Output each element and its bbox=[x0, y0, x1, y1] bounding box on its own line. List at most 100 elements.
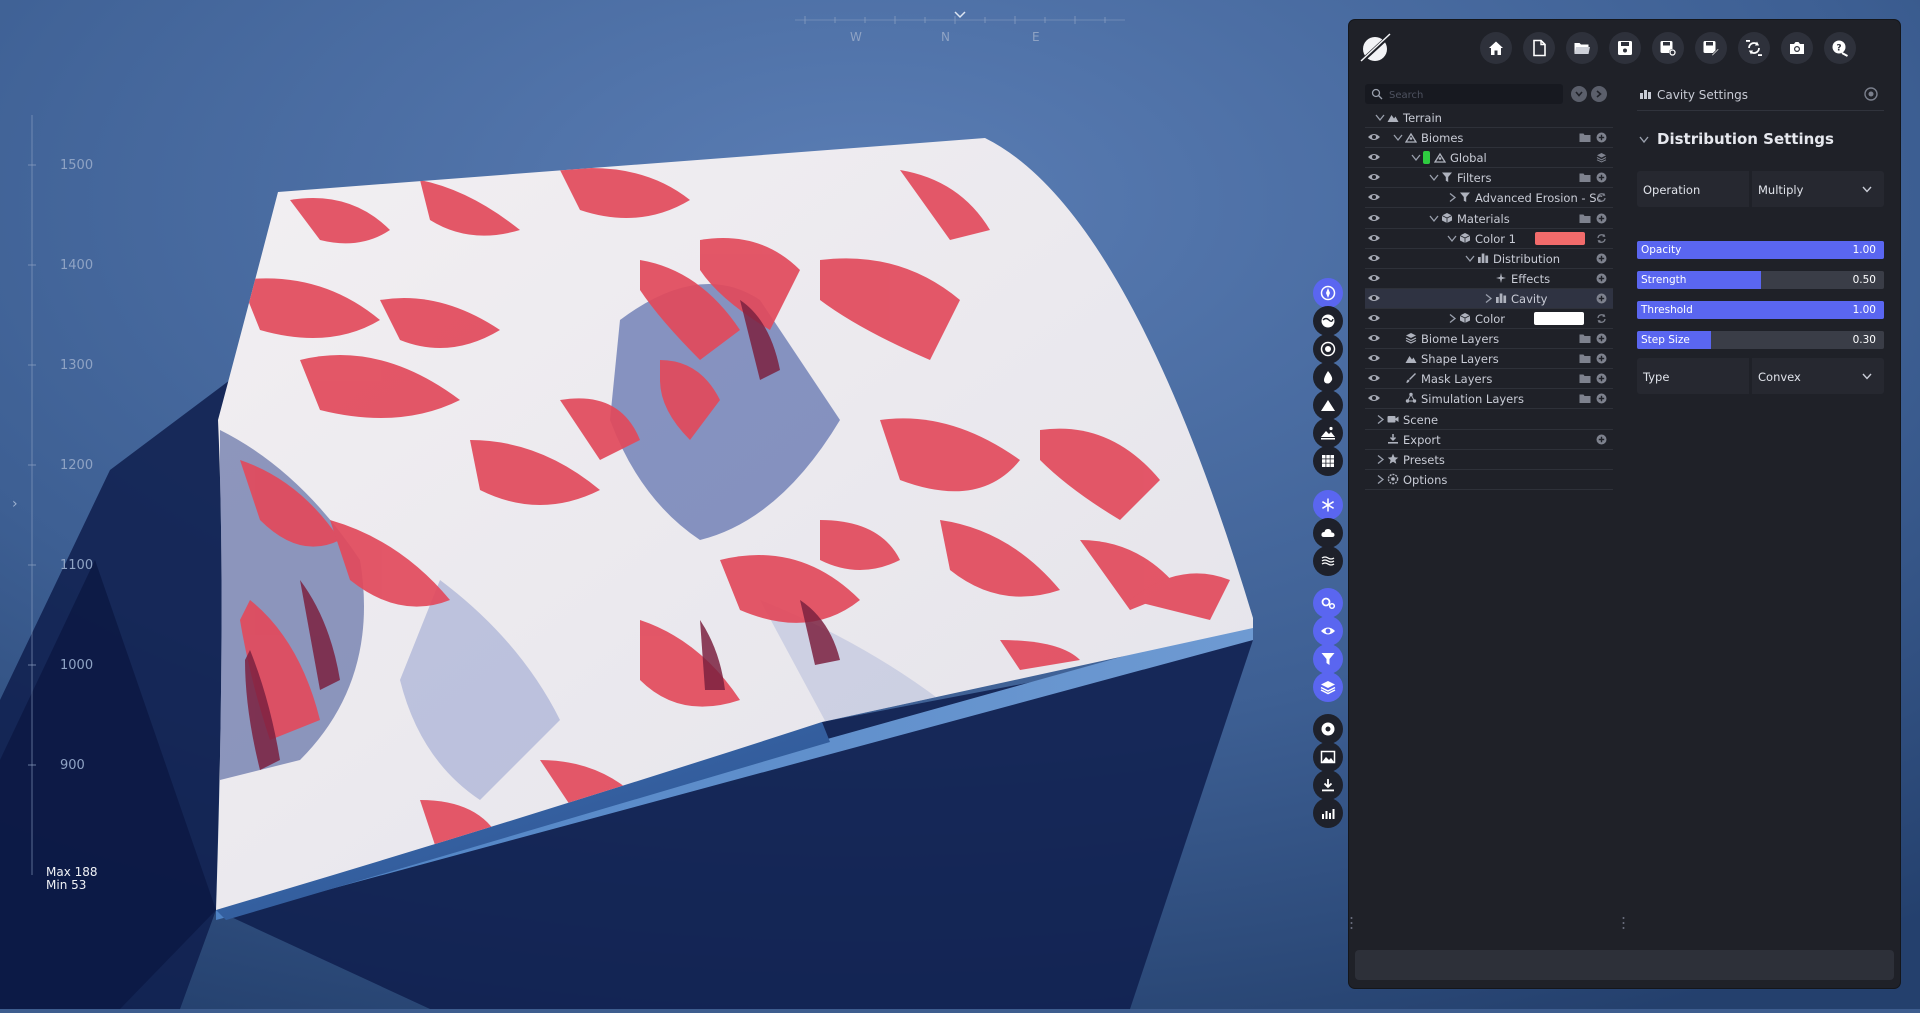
add-icon[interactable] bbox=[1596, 293, 1607, 304]
visibility-eye-icon[interactable] bbox=[1367, 393, 1381, 403]
visibility-eye-icon[interactable] bbox=[1367, 253, 1381, 263]
folder-icon[interactable] bbox=[1579, 132, 1591, 143]
water-drop-tool-button[interactable] bbox=[1313, 362, 1343, 392]
save-settings-button[interactable] bbox=[1652, 32, 1684, 64]
save-button[interactable] bbox=[1609, 32, 1641, 64]
layers-icon[interactable] bbox=[1596, 152, 1607, 163]
tree-item-color[interactable]: Color bbox=[1365, 309, 1613, 329]
folder-icon[interactable] bbox=[1579, 353, 1591, 364]
grid-tool-button[interactable] bbox=[1313, 446, 1343, 476]
refresh-button[interactable] bbox=[1738, 32, 1770, 64]
tree-item-shape-layers[interactable]: Shape Layers bbox=[1365, 349, 1613, 370]
settings-cogs-tool-button[interactable] bbox=[1313, 588, 1343, 618]
mountain-tool-button[interactable] bbox=[1313, 390, 1343, 420]
chevron-down-icon[interactable] bbox=[1429, 173, 1439, 182]
visibility-eye-icon[interactable] bbox=[1367, 353, 1381, 363]
camera-button[interactable] bbox=[1781, 32, 1813, 64]
chevron-down-icon[interactable] bbox=[1465, 254, 1475, 263]
add-icon[interactable] bbox=[1596, 253, 1607, 264]
tree-item-biome-layers[interactable]: Biome Layers bbox=[1365, 329, 1613, 350]
download-tool-button[interactable] bbox=[1313, 770, 1343, 800]
visibility-eye-icon[interactable] bbox=[1367, 373, 1381, 383]
collapse-all-button[interactable] bbox=[1571, 86, 1587, 102]
chevron-down-icon[interactable] bbox=[1411, 153, 1421, 162]
search-input[interactable] bbox=[1387, 86, 1561, 104]
resize-handle-middle[interactable] bbox=[1622, 915, 1625, 929]
open-folder-button[interactable] bbox=[1566, 32, 1598, 64]
opacity-slider[interactable]: Opacity 1.00 bbox=[1637, 241, 1884, 259]
refresh-icon[interactable] bbox=[1596, 192, 1607, 203]
tree-item-cavity[interactable]: Cavity bbox=[1365, 288, 1613, 309]
visibility-eye-icon[interactable] bbox=[1367, 152, 1381, 162]
layers-tool-button[interactable] bbox=[1313, 672, 1343, 702]
add-icon[interactable] bbox=[1596, 434, 1607, 445]
tree-item-effects[interactable]: Effects bbox=[1365, 269, 1613, 289]
filter-tool-button[interactable] bbox=[1313, 644, 1343, 674]
waves-tool-button[interactable] bbox=[1313, 546, 1343, 576]
tree-item-biomes[interactable]: Biomes bbox=[1365, 128, 1613, 149]
chevron-down-icon[interactable] bbox=[1639, 136, 1649, 144]
new-file-button[interactable] bbox=[1523, 32, 1555, 64]
chevron-right-icon[interactable] bbox=[1375, 454, 1385, 464]
visibility-eye-icon[interactable] bbox=[1367, 192, 1381, 202]
cloud-tool-button[interactable] bbox=[1313, 518, 1343, 548]
add-icon[interactable] bbox=[1596, 373, 1607, 384]
chart-tool-button[interactable] bbox=[1313, 798, 1343, 828]
chevron-down-icon[interactable] bbox=[1429, 214, 1439, 223]
folder-icon[interactable] bbox=[1579, 172, 1591, 183]
step-size-slider[interactable]: Step Size 0.30 bbox=[1637, 331, 1884, 349]
snowflake-tool-button[interactable] bbox=[1313, 490, 1343, 520]
color-swatch[interactable] bbox=[1534, 312, 1584, 325]
chevron-right-icon[interactable]: › bbox=[12, 496, 18, 512]
chevron-right-icon[interactable] bbox=[1375, 474, 1385, 484]
visibility-eye-icon[interactable] bbox=[1367, 213, 1381, 223]
folder-icon[interactable] bbox=[1579, 393, 1591, 404]
add-icon[interactable] bbox=[1596, 353, 1607, 364]
tree-item-filters[interactable]: Filters bbox=[1365, 168, 1613, 189]
search-box[interactable] bbox=[1365, 84, 1563, 104]
tree-item-presets[interactable]: Presets bbox=[1365, 450, 1613, 470]
refresh-icon[interactable] bbox=[1596, 233, 1607, 244]
visibility-eye-icon[interactable] bbox=[1367, 293, 1381, 303]
folder-icon[interactable] bbox=[1579, 213, 1591, 224]
expand-button[interactable] bbox=[1591, 86, 1607, 102]
tree-item-options[interactable]: Options bbox=[1365, 470, 1613, 490]
tree-item-simulation-layers[interactable]: Simulation Layers bbox=[1365, 389, 1613, 410]
chevron-right-icon[interactable] bbox=[1447, 314, 1457, 323]
operation-select[interactable]: Multiply bbox=[1752, 171, 1884, 207]
chevron-right-icon[interactable] bbox=[1375, 414, 1385, 424]
chevron-down-icon[interactable] bbox=[1447, 234, 1457, 243]
tree-item-advanced-erosion-sc[interactable]: Advanced Erosion - Sc bbox=[1365, 188, 1613, 209]
tree-item-scene[interactable]: Scene bbox=[1365, 410, 1613, 430]
tree-item-global[interactable]: Global bbox=[1365, 148, 1613, 169]
visibility-eye-icon[interactable] bbox=[1367, 132, 1381, 142]
chevron-right-icon[interactable] bbox=[1483, 293, 1493, 303]
tree-item-color-1[interactable]: Color 1 bbox=[1365, 229, 1613, 249]
eye-tool-button[interactable] bbox=[1313, 616, 1343, 646]
landscape-tool-button[interactable] bbox=[1313, 418, 1343, 448]
visibility-eye-icon[interactable] bbox=[1367, 172, 1381, 182]
target-tool-button[interactable] bbox=[1313, 334, 1343, 364]
visibility-eye-icon[interactable] bbox=[1367, 273, 1381, 283]
add-icon[interactable] bbox=[1596, 273, 1607, 284]
refresh-icon[interactable] bbox=[1596, 313, 1607, 324]
add-icon[interactable] bbox=[1596, 172, 1607, 183]
gear-icon[interactable] bbox=[1864, 87, 1878, 101]
help-button[interactable]: ? bbox=[1824, 32, 1856, 64]
visibility-eye-icon[interactable] bbox=[1367, 233, 1381, 243]
add-icon[interactable] bbox=[1596, 213, 1607, 224]
add-icon[interactable] bbox=[1596, 132, 1607, 143]
home-button[interactable] bbox=[1480, 32, 1512, 64]
globe-tool-button[interactable] bbox=[1313, 306, 1343, 336]
chevron-down-icon[interactable] bbox=[1393, 133, 1403, 142]
tree-item-distribution[interactable]: Distribution bbox=[1365, 249, 1613, 269]
folder-icon[interactable] bbox=[1579, 373, 1591, 384]
record-tool-button[interactable] bbox=[1313, 714, 1343, 744]
visibility-eye-icon[interactable] bbox=[1367, 313, 1381, 323]
type-select[interactable]: Convex bbox=[1752, 358, 1884, 394]
app-logo-icon[interactable] bbox=[1357, 30, 1393, 66]
chevron-down-icon[interactable] bbox=[1375, 113, 1385, 122]
status-bar[interactable] bbox=[1355, 950, 1894, 980]
tree-item-mask-layers[interactable]: Mask Layers bbox=[1365, 369, 1613, 390]
save-as-button[interactable] bbox=[1695, 32, 1727, 64]
